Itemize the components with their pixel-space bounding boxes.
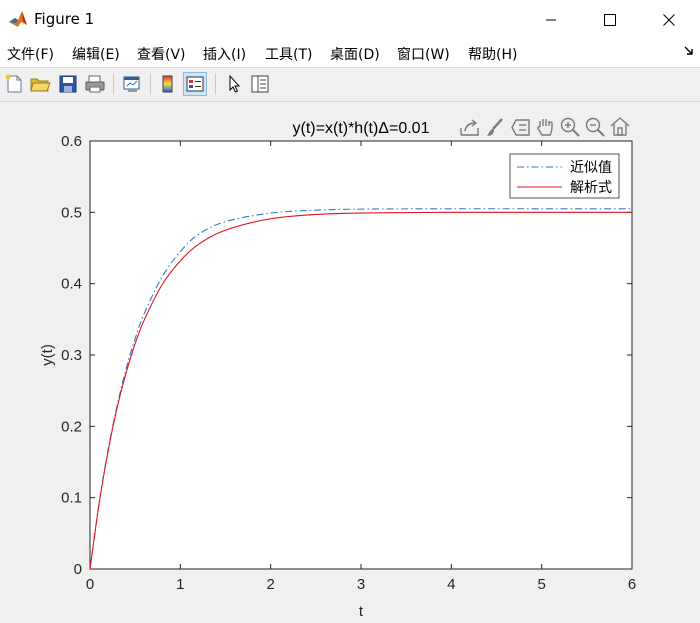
- minimize-icon: [546, 19, 556, 21]
- y-tick-label: 0: [74, 561, 82, 578]
- axes-toolbar: [460, 117, 630, 137]
- menu-tools[interactable]: 工具(T): [265, 44, 312, 64]
- title-bar: Figure 1: [0, 0, 700, 40]
- legend-label-approx: 近似值: [570, 159, 612, 175]
- new-figure-icon[interactable]: [3, 73, 25, 95]
- menu-view[interactable]: 查看(V): [137, 44, 186, 64]
- zoom-in-icon[interactable]: [560, 117, 580, 137]
- y-tick-label: 0.5: [61, 204, 82, 221]
- window-title: Figure 1: [34, 10, 95, 28]
- menu-insert[interactable]: 插入(I): [203, 44, 246, 64]
- print-icon[interactable]: [84, 73, 106, 95]
- menu-window[interactable]: 窗口(W): [397, 44, 450, 64]
- menu-desktop[interactable]: 桌面(D): [330, 44, 380, 64]
- menu-edit[interactable]: 编辑(E): [72, 44, 120, 64]
- toolbar-separator: [215, 73, 216, 95]
- x-tick-label: 5: [537, 576, 545, 593]
- export-icon[interactable]: [460, 119, 479, 136]
- datatip-icon[interactable]: [511, 119, 530, 136]
- matlab-logo-icon: [8, 9, 28, 29]
- chart-title: y(t)=x(t)*h(t)Δ=0.01: [293, 120, 430, 137]
- y-tick-label: 0.1: [61, 490, 82, 507]
- y-tick-label: 0.3: [61, 347, 82, 364]
- y-tick-label: 0.6: [61, 133, 82, 150]
- minimize-button[interactable]: [528, 0, 574, 40]
- maximize-button[interactable]: [587, 0, 633, 40]
- menu-file[interactable]: 文件(F): [7, 44, 54, 64]
- y-tick-label: 0.2: [61, 418, 82, 435]
- x-tick-label: 2: [266, 576, 274, 593]
- y-tick-label: 0.4: [61, 276, 82, 293]
- insert-legend-icon[interactable]: [183, 72, 207, 96]
- x-tick-label: 4: [447, 576, 455, 593]
- x-tick-label: 0: [86, 576, 94, 593]
- save-icon[interactable]: [57, 73, 79, 95]
- figure-toolbar: [0, 67, 700, 102]
- x-tick-label: 6: [628, 576, 636, 593]
- zoom-out-icon[interactable]: [585, 117, 605, 137]
- x-tick-label: 3: [357, 576, 365, 593]
- pan-hand-icon[interactable]: [537, 119, 553, 136]
- insert-colorbar-icon[interactable]: [157, 73, 179, 95]
- y-axis-label: y(t): [39, 344, 56, 366]
- home-restore-icon[interactable]: [610, 117, 630, 136]
- x-tick-label: 1: [176, 576, 184, 593]
- edit-plot-cursor-icon[interactable]: [223, 73, 245, 95]
- legend-label-analytic: 解析式: [570, 179, 612, 195]
- axes-background: [90, 141, 632, 569]
- open-file-icon[interactable]: [29, 73, 51, 95]
- menu-bar: 文件(F) 编辑(E) 查看(V) 插入(I) 工具(T) 桌面(D) 窗口(W…: [0, 40, 700, 67]
- dock-arrow-icon[interactable]: [684, 46, 694, 56]
- link-plot-icon[interactable]: [121, 73, 143, 95]
- close-button[interactable]: [646, 0, 692, 40]
- close-icon: [663, 14, 675, 26]
- toolbar-separator: [150, 73, 151, 95]
- menu-help[interactable]: 帮助(H): [468, 44, 517, 64]
- brush-icon[interactable]: [487, 118, 503, 136]
- maximize-icon: [604, 14, 616, 26]
- plot-canvas: 0 1 2 3 4 5 6 0 0.1 0.2 0.3 0.4 0.5 0.6 y(t)=x(t)*h(…: [39, 117, 636, 620]
- x-axis-label: t: [359, 603, 364, 620]
- legend[interactable]: 近似值 解析式: [509, 153, 620, 199]
- property-inspector-icon[interactable]: [249, 73, 271, 95]
- toolbar-separator: [113, 73, 114, 95]
